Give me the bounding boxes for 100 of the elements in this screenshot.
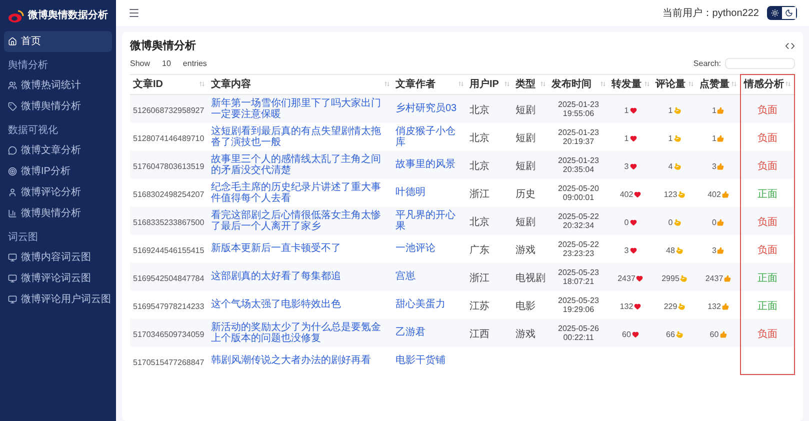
publish-time: 2025-01-23 19:55:06 <box>557 100 600 118</box>
count-text: 402 <box>708 188 729 200</box>
column-header[interactable]: 点赞量 <box>696 74 740 94</box>
sidebar-item[interactable]: 微博评论词云图 <box>4 268 112 289</box>
count-text: 60 <box>622 328 639 340</box>
article-content-link[interactable]: 新版本更新后一直卡顿受不了 <box>211 243 390 254</box>
sidebar-item[interactable]: 微博内容词云图 <box>4 247 112 268</box>
sort-icon <box>644 81 650 87</box>
column-header[interactable]: 评论量 <box>652 74 696 94</box>
thumbs-up-icon <box>720 331 727 338</box>
count-text: 3 <box>712 160 724 172</box>
count-text: 3 <box>624 244 637 256</box>
sentiment-label: 负面 <box>758 216 778 228</box>
article-content-link[interactable]: 这短剧看到最后真的有点失望剧情太拖沓了演技也一般 <box>211 126 390 148</box>
heart-icon <box>630 219 637 226</box>
thumbs-up-icon <box>717 163 724 170</box>
column-header[interactable]: 用户IP <box>466 74 512 94</box>
search-field[interactable] <box>725 58 795 69</box>
author-link[interactable]: 电影干货铺 <box>396 355 464 366</box>
type-text: 短剧 <box>516 104 536 116</box>
thumbs-up-icon <box>724 275 732 282</box>
article-content-link[interactable]: 新年第一场雪你们那里下了吗大家出门一定要注意保暖 <box>211 98 390 120</box>
page-size-select[interactable]: 10 <box>154 56 179 70</box>
count-text: 132 <box>620 300 642 312</box>
sidebar-item[interactable]: 微博评论分析 <box>4 182 112 203</box>
theme-toggle[interactable] <box>768 7 782 19</box>
sentiment-label: 负面 <box>758 328 778 340</box>
ip-text: 浙江 <box>470 272 490 284</box>
author-link[interactable]: 平凡界的开心果 <box>396 210 464 232</box>
app-title: 微博舆情数据分析 <box>28 8 108 23</box>
article-content-link[interactable]: 这部剧真的太好看了每集都追 <box>211 271 390 282</box>
entries-label: entries <box>182 58 207 70</box>
count-text: 1 <box>668 104 681 116</box>
count-text: 229 <box>664 300 686 312</box>
sidebar-item[interactable]: 微博热词统计 <box>4 75 112 96</box>
heart-icon <box>632 331 639 338</box>
article-content-link[interactable]: 这个气场太强了电影特效出色 <box>211 299 390 310</box>
article-content-link[interactable]: 故事里三个人的感情线太乱了主角之间的矛盾没交代清楚 <box>211 154 390 176</box>
sort-icon <box>458 81 464 87</box>
sidebar-item[interactable]: 首页 <box>4 31 112 52</box>
pointing-hand-icon <box>674 135 681 142</box>
article-id: 5168302498254207 <box>133 190 204 198</box>
sidebar-item[interactable]: 微博舆情分析 <box>4 203 112 224</box>
sidebar-item[interactable]: 微博评论用户词云图 <box>4 289 112 310</box>
author-link[interactable]: 甜心美蛋力 <box>396 299 464 310</box>
pointing-hand-icon <box>674 107 681 114</box>
sentiment-label: 正面 <box>758 300 778 312</box>
pointing-hand-icon <box>680 275 688 282</box>
article-content-link[interactable]: 纪念毛主席的历史纪录片讲述了重大事件值得每个人去看 <box>211 182 390 204</box>
publish-time: 2025-05-26 00:22:11 <box>557 324 600 342</box>
publish-time: 2025-05-23 19:29:06 <box>557 296 600 314</box>
code-icon[interactable] <box>785 41 795 52</box>
author-link[interactable]: 乙游君 <box>396 327 464 338</box>
sidebar-item[interactable]: 微博舆情分析 <box>4 96 112 117</box>
count-text: 2437 <box>705 272 732 284</box>
type-text: 游戏 <box>516 244 536 256</box>
heart-icon <box>630 135 637 142</box>
heart-icon <box>634 191 642 198</box>
column-header[interactable]: 文章内容 <box>208 74 392 94</box>
logo-icon <box>8 8 24 22</box>
column-header[interactable]: 文章作者 <box>392 74 466 94</box>
heart-icon <box>636 275 644 282</box>
pointing-hand-icon <box>678 303 686 310</box>
count-text: 60 <box>710 328 727 340</box>
sidebar-item[interactable]: 微博IP分析 <box>4 161 112 182</box>
chat-bubble-icon <box>8 146 17 155</box>
sidebar-section-title: 词云图 <box>7 231 39 245</box>
author-link[interactable]: 叶德明 <box>396 187 464 198</box>
article-content-link[interactable]: 韩剧风潮传说之大者办法的剧好再看 <box>211 355 390 366</box>
sun-icon <box>771 9 779 17</box>
author-link[interactable]: 故事里的风景 <box>396 159 464 170</box>
current-user-text: 当前用户：python222 <box>662 6 759 20</box>
author-link[interactable]: 一池评论 <box>396 243 464 254</box>
article-content-link[interactable]: 看完这部剧之后心情很低落女主角太惨了最后一个人离开了家乡 <box>211 210 390 232</box>
count-text: 1 <box>624 132 637 144</box>
sentiment-label: 正面 <box>758 272 778 284</box>
author-link[interactable]: 乡村研究员03 <box>396 103 464 114</box>
column-header[interactable]: 情感分析 <box>740 74 794 94</box>
article-content-link[interactable]: 新活动的奖励太少了为什么总是要氪金上个版本的问题也没修复 <box>211 322 390 344</box>
pointing-hand-icon <box>674 219 681 226</box>
sidebar-item[interactable]: 微博文章分析 <box>4 140 112 161</box>
count-text: 2437 <box>618 272 644 284</box>
monitor-icon <box>8 253 17 262</box>
author-link[interactable]: 俏皮猴子小仓库 <box>396 126 464 148</box>
count-text: 4 <box>668 160 681 172</box>
publish-time: 2025-05-20 09:00:01 <box>557 184 600 202</box>
article-id: 5170515477268847 <box>133 358 204 366</box>
count-text: 123 <box>664 188 686 200</box>
column-header[interactable]: 发布时间 <box>548 74 608 94</box>
column-header[interactable]: 文章ID <box>130 74 208 94</box>
column-header[interactable]: 转发量 <box>608 74 652 94</box>
menu-icon[interactable] <box>128 7 140 19</box>
thumbs-up-icon <box>717 219 724 226</box>
sort-icon <box>384 81 390 87</box>
author-link[interactable]: 宫崽 <box>396 271 464 282</box>
column-header[interactable]: 类型 <box>512 74 548 94</box>
article-id: 5126068732958927 <box>133 106 204 114</box>
ip-text: 浙江 <box>470 188 490 200</box>
publish-time: 2025-01-23 20:35:04 <box>557 156 600 174</box>
user-icon <box>8 188 17 197</box>
